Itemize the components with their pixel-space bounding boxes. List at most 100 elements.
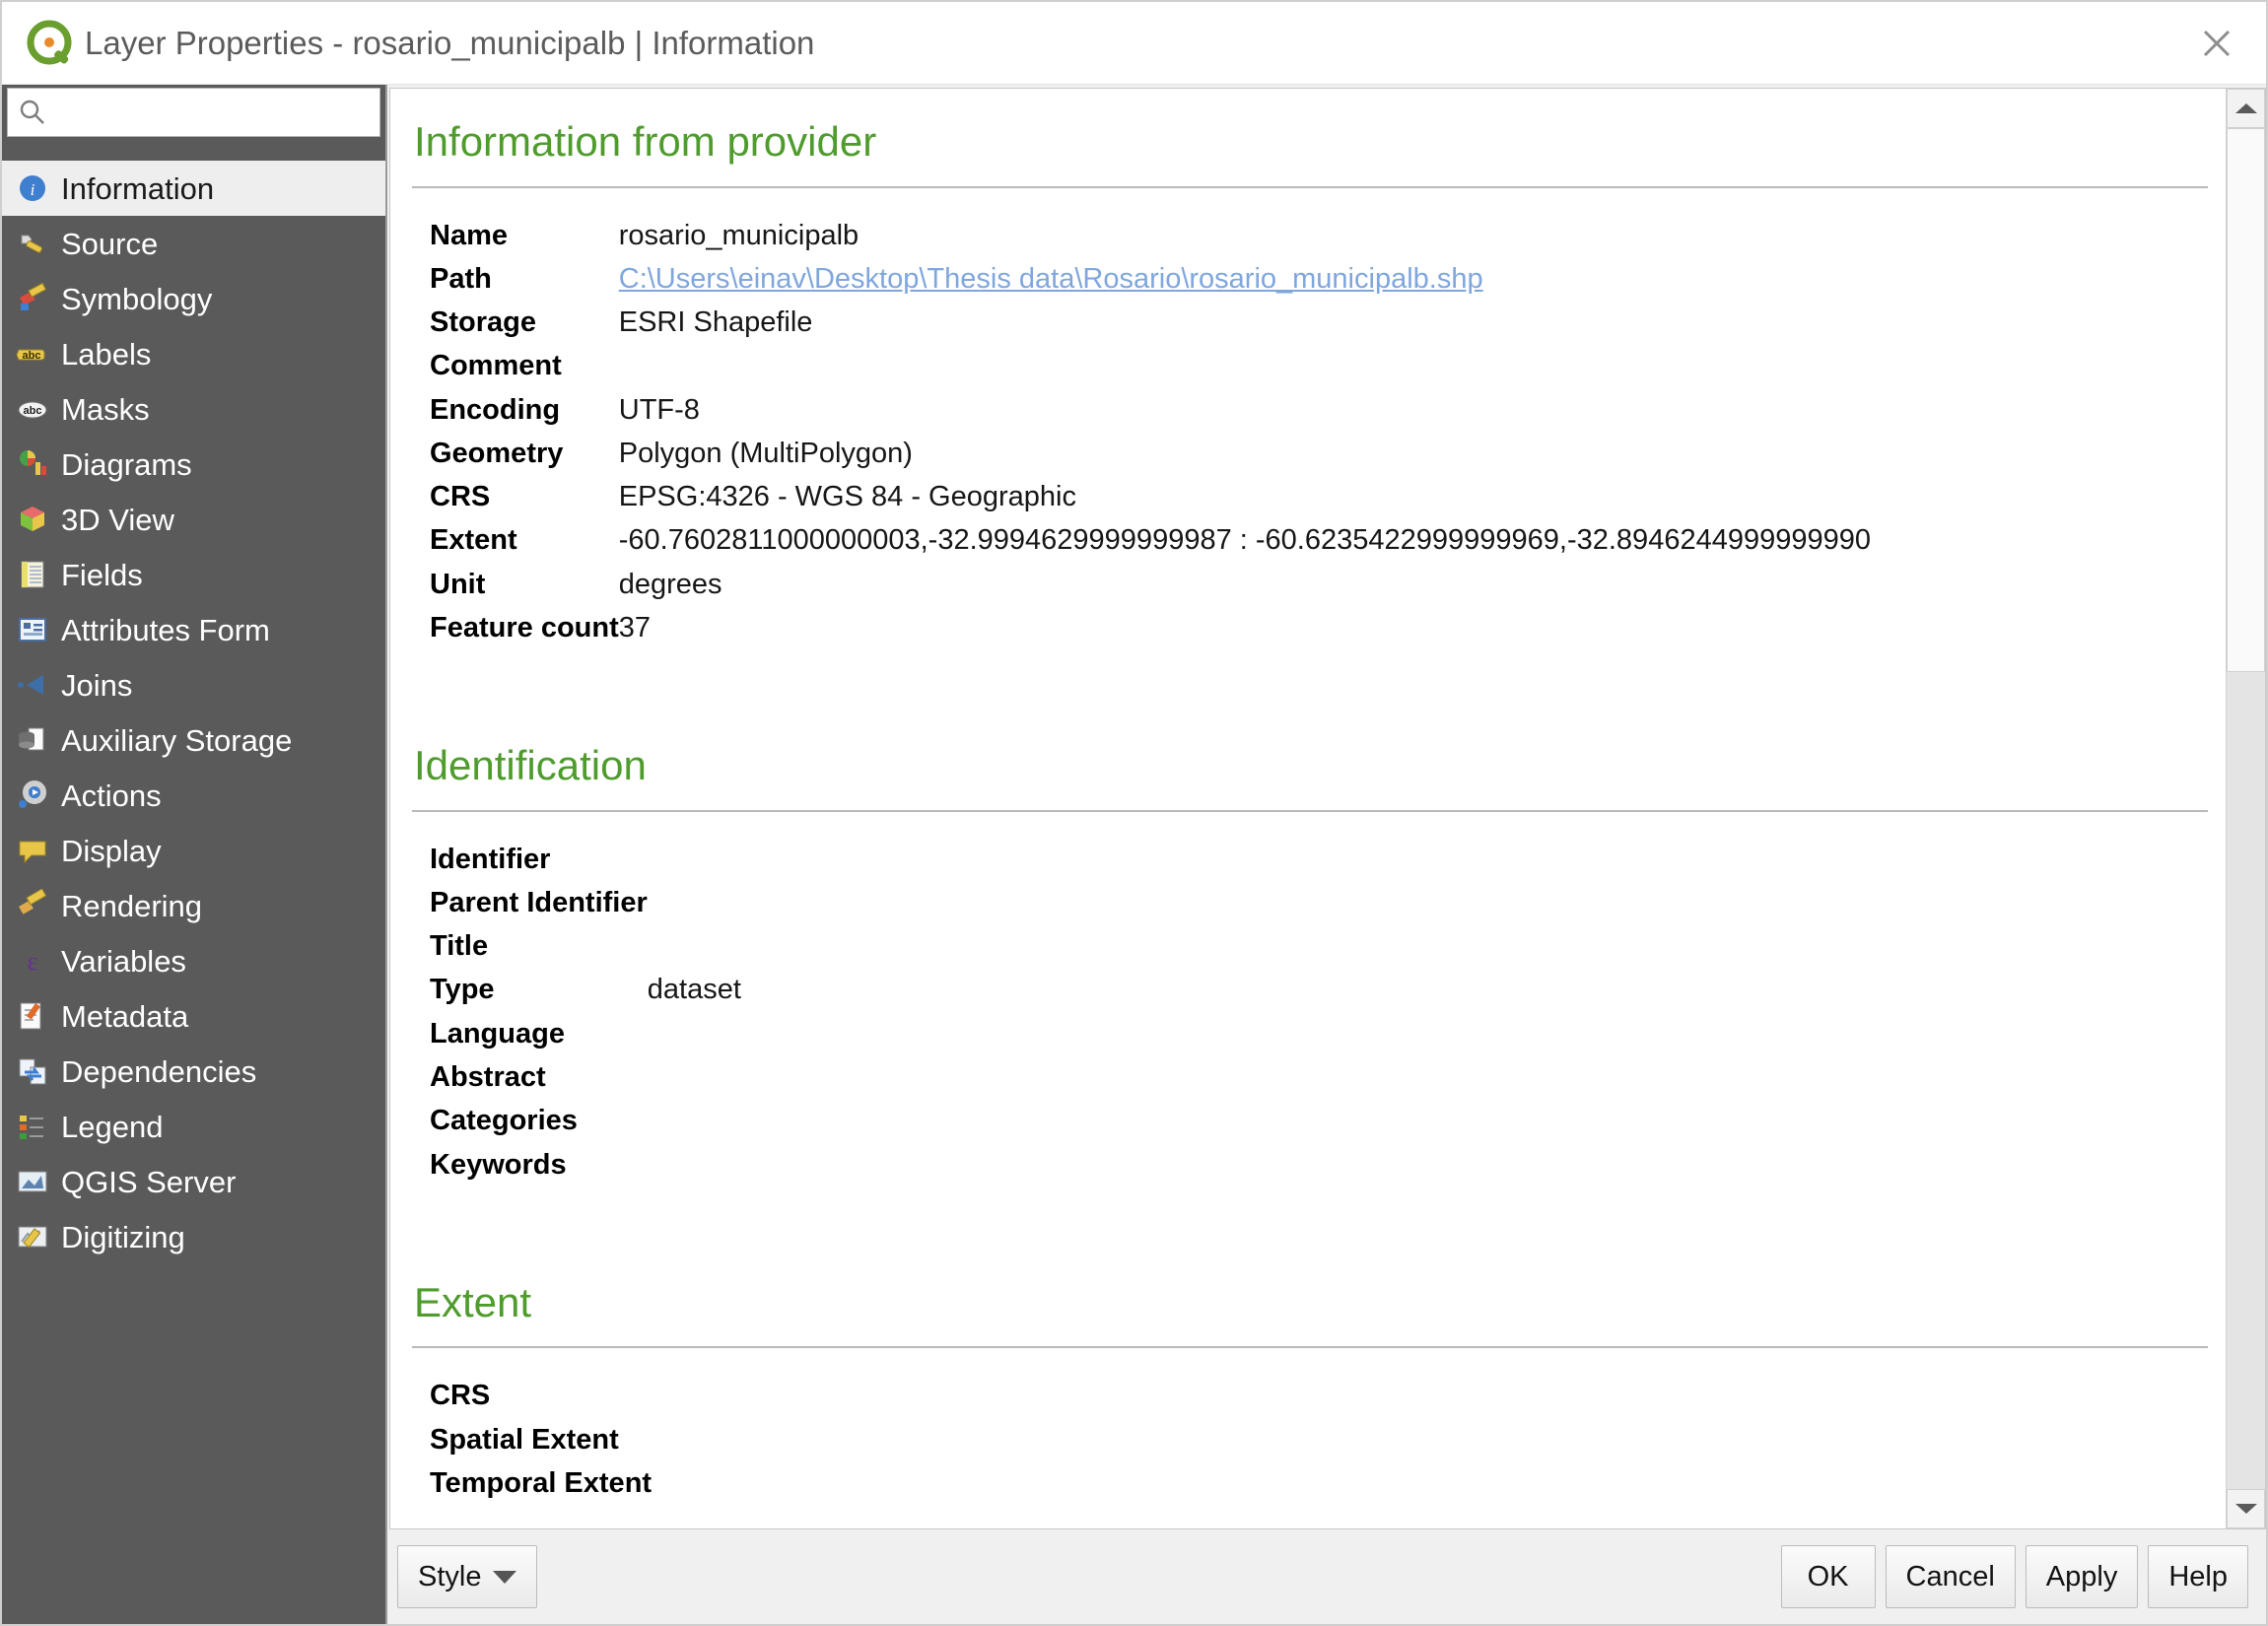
section-divider — [412, 185, 2208, 188]
table-row: Geometry Polygon (MultiPolygon) — [430, 432, 1871, 475]
property-value — [648, 1143, 741, 1186]
help-button[interactable]: Help — [2148, 1545, 2248, 1608]
sidebar-item-qgis-server[interactable]: QGIS Server — [2, 1154, 385, 1209]
sidebar-item-legend[interactable]: Legend — [2, 1099, 385, 1154]
auxiliary-storage-icon — [16, 723, 49, 757]
properties-table: Identifier Parent Identifier Title Type data… — [430, 838, 741, 1186]
table-row: Keywords — [430, 1143, 741, 1186]
search-input[interactable] — [55, 89, 370, 136]
property-key: Encoding — [430, 393, 561, 426]
scrollbar-thumb[interactable] — [2227, 128, 2265, 673]
qgis-server-icon — [16, 1165, 49, 1198]
property-key: Categories — [430, 1105, 578, 1137]
table-row: Path C:\Users\einav\Desktop\Thesis data\R… — [430, 257, 1871, 301]
table-row: CRS EPSG:4326 - WGS 84 - Geographic — [430, 475, 1871, 518]
sidebar-item-information[interactable]: i Information — [2, 161, 385, 216]
section-heading: Information from provider — [414, 118, 877, 165]
close-icon[interactable] — [2181, 14, 2252, 73]
sidebar-item-labels[interactable]: abc Labels — [2, 326, 385, 381]
section-divider — [412, 809, 2208, 812]
joins-arrow-icon — [16, 668, 49, 702]
variables-epsilon-icon: ε — [16, 944, 49, 978]
attributes-form-icon — [16, 613, 49, 646]
sidebar-item-auxiliary-storage[interactable]: Auxiliary Storage — [2, 712, 385, 768]
sidebar-item-dependencies[interactable]: Dependencies — [2, 1044, 385, 1099]
property-key: Storage — [430, 306, 536, 339]
sidebar-item-label: Display — [61, 833, 162, 868]
property-key: Path — [430, 262, 492, 295]
sidebar-item-rendering[interactable]: Rendering — [2, 878, 385, 933]
table-row: Parent Identifier — [430, 881, 741, 924]
style-button[interactable]: Style — [397, 1545, 538, 1608]
caret-down-icon — [493, 1570, 517, 1584]
search-icon — [18, 98, 47, 127]
3d-cube-icon — [16, 503, 49, 536]
sidebar-item-label: Fields — [61, 557, 143, 592]
sidebar-item-label: Actions — [61, 778, 162, 813]
sidebar-item-label: Rendering — [61, 888, 203, 923]
metadata-pencil-icon — [16, 999, 49, 1033]
sidebar-item-joins[interactable]: Joins — [2, 657, 385, 712]
sidebar-item-label: Attributes Form — [61, 612, 270, 647]
property-value — [648, 1055, 741, 1099]
sidebar-item-label: Dependencies — [61, 1053, 257, 1089]
sidebar-item-label: Variables — [61, 943, 186, 979]
table-row: Identifier — [430, 838, 741, 881]
property-value: UTF-8 — [618, 393, 700, 426]
property-key: Language — [430, 1017, 565, 1050]
sidebar-item-metadata[interactable]: Metadata — [2, 988, 385, 1044]
table-row: Type dataset — [430, 968, 741, 1011]
sidebar-item-source[interactable]: Source — [2, 216, 385, 271]
search-box[interactable] — [7, 88, 380, 137]
sidebar-item-label: Information — [61, 170, 215, 206]
content-scroll-row: Information from provider Name rosario_mun… — [389, 88, 2266, 1529]
sidebar-item-symbology[interactable]: Symbology — [2, 271, 385, 326]
footer-bar: Style OK Cancel Apply Help — [387, 1529, 2266, 1624]
property-key: Abstract — [430, 1060, 546, 1093]
sidebar-item-attributes-form[interactable]: Attributes Form — [2, 602, 385, 657]
property-key: CRS — [430, 1380, 491, 1412]
sidebar-item-fields[interactable]: Fields — [2, 547, 385, 602]
sidebar-item-variables[interactable]: ε Variables — [2, 933, 385, 988]
cancel-button[interactable]: Cancel — [1885, 1545, 2016, 1608]
svg-text:abc: abc — [24, 405, 42, 417]
style-button-label: Style — [418, 1560, 482, 1592]
property-key: Spatial Extent — [430, 1423, 619, 1456]
sidebar-item-diagrams[interactable]: Diagrams — [2, 437, 385, 492]
sidebar-item-label: Diagrams — [61, 446, 192, 482]
vertical-scrollbar[interactable] — [2226, 89, 2265, 1528]
info-icon: i — [16, 171, 49, 205]
sidebar-item-label: 3D View — [61, 502, 174, 537]
property-value: EPSG:4326 - WGS 84 - Geographic — [618, 481, 1076, 513]
property-key: Comment — [430, 350, 562, 382]
sidebar-item-actions[interactable]: Actions — [2, 768, 385, 823]
masks-abc-icon: abc — [16, 392, 49, 426]
sidebar-item-masks[interactable]: abc Masks — [2, 381, 385, 437]
chevron-up-icon[interactable] — [2227, 89, 2265, 128]
svg-text:i: i — [31, 180, 35, 199]
display-balloon-icon — [16, 834, 49, 867]
diagrams-chart-icon — [16, 447, 49, 481]
apply-button[interactable]: Apply — [2025, 1545, 2139, 1608]
table-row: Spatial Extent — [430, 1418, 652, 1461]
chevron-down-icon[interactable] — [2227, 1489, 2265, 1528]
symbology-brush-icon — [16, 282, 49, 315]
svg-text:ε: ε — [28, 947, 38, 976]
sidebar-item-digitizing[interactable]: Digitizing — [2, 1209, 385, 1264]
sidebar-item-label: Legend — [61, 1109, 164, 1144]
sidebar-item-label: Symbology — [61, 281, 213, 316]
window-title: Layer Properties - rosario_municipalb | … — [85, 24, 815, 61]
sidebar-item-label: QGIS Server — [61, 1164, 237, 1199]
path-link[interactable]: C:\Users\einav\Desktop\Thesis data\Rosar… — [619, 263, 1483, 295]
digitizing-pencil-icon — [16, 1220, 49, 1253]
property-value: Polygon (MultiPolygon) — [618, 437, 913, 469]
property-value: degrees — [618, 568, 722, 600]
fields-table-icon — [16, 558, 49, 591]
content-column: Information from provider Name rosario_mun… — [387, 85, 2266, 1624]
scrollbar-track[interactable] — [2227, 128, 2265, 1489]
property-key: Feature count — [430, 611, 619, 644]
sidebar-item-3d-view[interactable]: 3D View — [2, 492, 385, 547]
sidebar-item-display[interactable]: Display — [2, 823, 385, 878]
ok-button[interactable]: OK — [1780, 1545, 1876, 1608]
